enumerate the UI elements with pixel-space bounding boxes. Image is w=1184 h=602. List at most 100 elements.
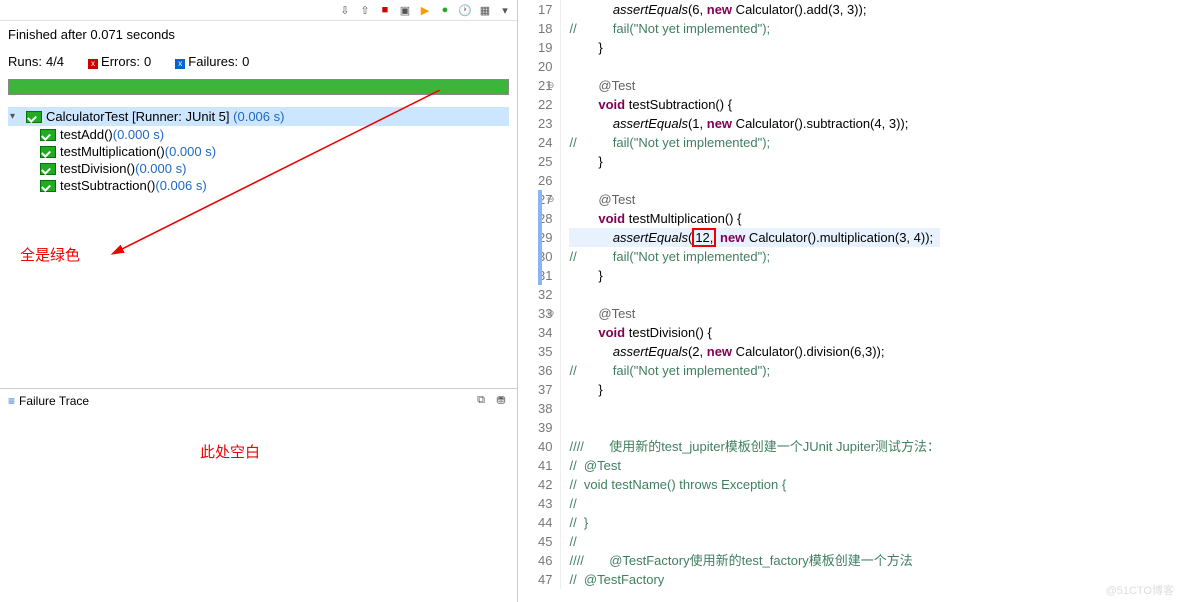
- stop-icon[interactable]: ■: [377, 2, 393, 18]
- code-line[interactable]: [569, 285, 940, 304]
- history-icon[interactable]: 🕐: [457, 2, 473, 18]
- line-number[interactable]: 19: [538, 38, 552, 57]
- code-line[interactable]: //// 使用新的test_jupiter模板创建一个JUnit Jupiter…: [569, 437, 940, 456]
- line-number[interactable]: 37: [538, 380, 552, 399]
- code-line[interactable]: }: [569, 266, 940, 285]
- failure-icon: x: [175, 59, 185, 69]
- tree-item[interactable]: testSubtraction() (0.006 s): [36, 177, 509, 194]
- line-number[interactable]: 22: [538, 95, 552, 114]
- code-line[interactable]: void testSubtraction() {: [569, 95, 940, 114]
- code-line[interactable]: @Test: [569, 190, 940, 209]
- failure-trace-label: Failure Trace: [19, 394, 89, 408]
- code-line[interactable]: // void testName() throws Exception {: [569, 475, 940, 494]
- line-number[interactable]: 32: [538, 285, 552, 304]
- line-number[interactable]: 36: [538, 361, 552, 380]
- tree-root[interactable]: ▾ CalculatorTest [Runner: JUnit 5] (0.00…: [8, 107, 509, 126]
- code-line[interactable]: // @Test: [569, 456, 940, 475]
- prev-failure-icon[interactable]: ⇩: [337, 2, 353, 18]
- line-number[interactable]: 27⊖: [538, 190, 552, 209]
- code-line[interactable]: // fail("Not yet implemented");: [569, 133, 940, 152]
- line-number[interactable]: 40: [538, 437, 552, 456]
- line-number[interactable]: 31: [538, 266, 552, 285]
- line-number[interactable]: 18: [538, 19, 552, 38]
- code-line[interactable]: [569, 418, 940, 437]
- code-line[interactable]: void testMultiplication() {: [569, 209, 940, 228]
- line-number[interactable]: 29: [538, 228, 552, 247]
- tree-item[interactable]: testDivision() (0.000 s): [36, 160, 509, 177]
- finished-status: Finished after 0.071 seconds: [0, 21, 517, 48]
- errors-stat: xErrors:0: [88, 54, 151, 69]
- watermark: @51CTO博客: [1106, 582, 1174, 598]
- pass-icon: [40, 163, 56, 175]
- failure-trace-header: ≡ Failure Trace ⧉ ⛃: [0, 388, 517, 413]
- code-line[interactable]: //: [569, 494, 940, 513]
- compare-icon[interactable]: ⧉: [473, 393, 489, 409]
- tree-item[interactable]: testMultiplication() (0.000 s): [36, 143, 509, 160]
- line-number[interactable]: 35: [538, 342, 552, 361]
- progress-bar: [8, 79, 509, 95]
- line-number[interactable]: 43: [538, 494, 552, 513]
- code-line[interactable]: // fail("Not yet implemented");: [569, 247, 940, 266]
- code-line[interactable]: // @TestFactory: [569, 570, 940, 589]
- expand-icon[interactable]: ▾: [10, 111, 22, 122]
- annotation-all-green: 全是绿色: [20, 244, 80, 265]
- line-number[interactable]: 42: [538, 475, 552, 494]
- line-number[interactable]: 38: [538, 399, 552, 418]
- code-line[interactable]: //// @TestFactory使用新的test_factory模板创建一个方…: [569, 551, 940, 570]
- code-editor[interactable]: 1718192021⊖222324252627⊖282930313233⊖343…: [518, 0, 1184, 589]
- line-number[interactable]: 20: [538, 57, 552, 76]
- lock-icon[interactable]: ▦: [477, 2, 493, 18]
- code-line[interactable]: //: [569, 532, 940, 551]
- relaunch-icon[interactable]: ▣: [397, 2, 413, 18]
- line-number[interactable]: 25: [538, 152, 552, 171]
- pass-icon: [40, 129, 56, 141]
- line-number[interactable]: 28: [538, 209, 552, 228]
- code-line[interactable]: @Test: [569, 304, 940, 323]
- code-line[interactable]: // fail("Not yet implemented");: [569, 19, 940, 38]
- code-line[interactable]: }: [569, 38, 940, 57]
- code-line[interactable]: void testDivision() {: [569, 323, 940, 342]
- line-number[interactable]: 45: [538, 532, 552, 551]
- code-line[interactable]: assertEquals(2, new Calculator().divisio…: [569, 342, 940, 361]
- line-gutter[interactable]: 1718192021⊖222324252627⊖282930313233⊖343…: [518, 0, 561, 589]
- failure-trace-icon: ≡: [8, 394, 15, 408]
- code-line[interactable]: // fail("Not yet implemented");: [569, 361, 940, 380]
- failure-trace-body: 此处空白: [0, 413, 517, 602]
- line-number[interactable]: 24: [538, 133, 552, 152]
- menu-icon[interactable]: ▾: [497, 2, 513, 18]
- pass-icon: [26, 111, 42, 123]
- line-number[interactable]: 46: [538, 551, 552, 570]
- line-number[interactable]: 30: [538, 247, 552, 266]
- line-number[interactable]: 47: [538, 570, 552, 589]
- failures-stat: xFailures:0: [175, 54, 249, 69]
- line-number[interactable]: 26: [538, 171, 552, 190]
- code-line[interactable]: }: [569, 380, 940, 399]
- line-number[interactable]: 44: [538, 513, 552, 532]
- filter-icon[interactable]: ⛃: [493, 393, 509, 409]
- code-line[interactable]: @Test: [569, 76, 940, 95]
- line-number[interactable]: 41: [538, 456, 552, 475]
- code-line[interactable]: [569, 399, 940, 418]
- code-line[interactable]: [569, 171, 940, 190]
- code-line[interactable]: // }: [569, 513, 940, 532]
- code-line[interactable]: assertEquals(12, new Calculator().multip…: [569, 228, 940, 247]
- line-number[interactable]: 33⊖: [538, 304, 552, 323]
- rerun-failed-icon[interactable]: ●: [437, 2, 453, 18]
- error-icon: x: [88, 59, 98, 69]
- line-number[interactable]: 34: [538, 323, 552, 342]
- line-number[interactable]: 21⊖: [538, 76, 552, 95]
- next-failure-icon[interactable]: ⇧: [357, 2, 373, 18]
- test-tree[interactable]: ▾ CalculatorTest [Runner: JUnit 5] (0.00…: [0, 103, 517, 198]
- pass-icon: [40, 146, 56, 158]
- rerun-icon[interactable]: ▶: [417, 2, 433, 18]
- runs-stat: Runs:4/4: [8, 54, 64, 69]
- code-line[interactable]: assertEquals(1, new Calculator().subtrac…: [569, 114, 940, 133]
- tree-item[interactable]: testAdd() (0.000 s): [36, 126, 509, 143]
- line-number[interactable]: 17: [538, 0, 552, 19]
- code-line[interactable]: }: [569, 152, 940, 171]
- line-number[interactable]: 23: [538, 114, 552, 133]
- code-line[interactable]: assertEquals(6, new Calculator().add(3, …: [569, 0, 940, 19]
- line-number[interactable]: 39: [538, 418, 552, 437]
- code-line[interactable]: [569, 57, 940, 76]
- code-body[interactable]: assertEquals(6, new Calculator().add(3, …: [561, 0, 940, 589]
